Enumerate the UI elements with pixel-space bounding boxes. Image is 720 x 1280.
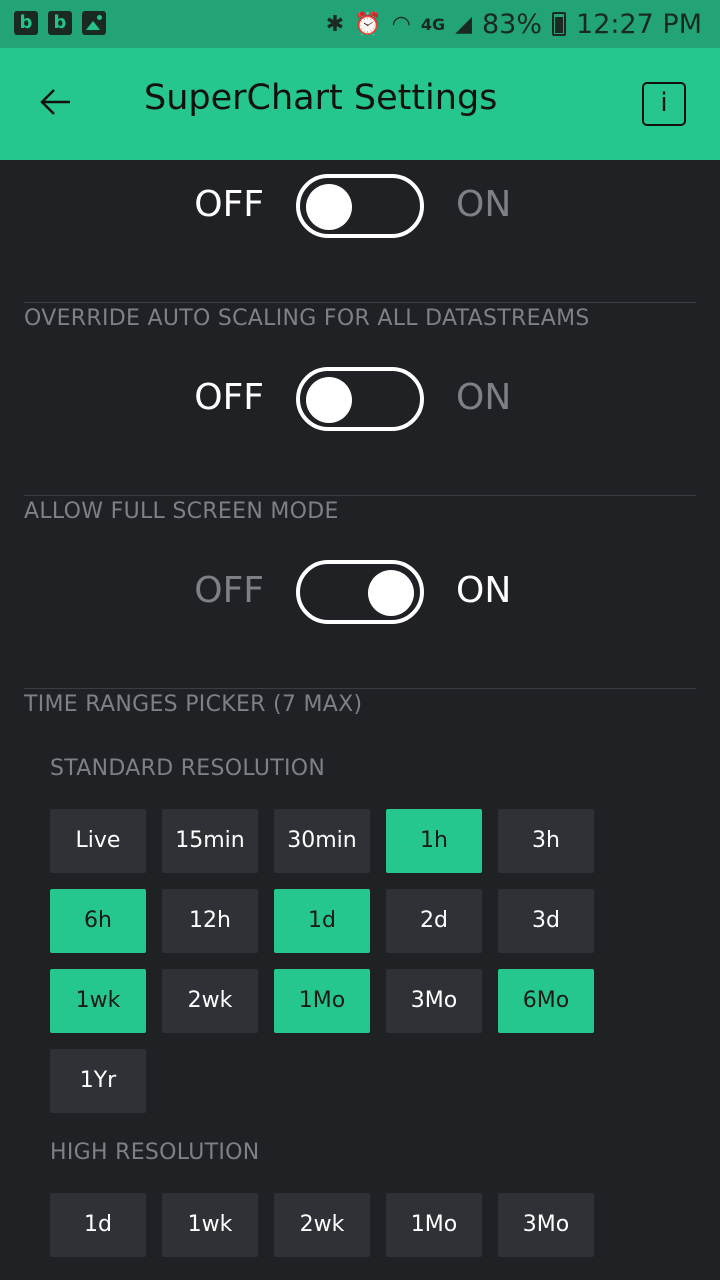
section-label-override-scaling: OVERRIDE AUTO SCALING FOR ALL DATASTREAM… (24, 306, 590, 331)
status-bar: b b ✱ ⏰ ◠ 4G ◢ 83% 12:27 PM (0, 0, 720, 48)
alarm-icon: ⏰ (354, 11, 382, 37)
standard-chip[interactable]: 6Mo (498, 969, 594, 1033)
app-notification-icon: b (14, 11, 38, 35)
high-chip[interactable]: 1d (50, 1193, 146, 1257)
standard-chip[interactable]: 3d (498, 889, 594, 953)
toggle-off-label: OFF (194, 377, 264, 418)
standard-chip[interactable]: 1h (386, 809, 482, 873)
override-scaling-switch[interactable] (296, 367, 424, 431)
signal-icon: ◢ (455, 11, 472, 37)
standard-chip[interactable]: 2wk (162, 969, 258, 1033)
bluetooth-icon: ✱ (325, 11, 345, 37)
full-screen-switch[interactable] (296, 560, 424, 624)
standard-chip[interactable]: Live (50, 809, 146, 873)
standard-chip[interactable]: 3Mo (386, 969, 482, 1033)
standard-chip[interactable]: 2d (386, 889, 482, 953)
standard-chip[interactable]: 12h (162, 889, 258, 953)
standard-chip[interactable]: 1Yr (50, 1049, 146, 1113)
toggle-knob (306, 377, 352, 423)
standard-chip[interactable]: 1wk (50, 969, 146, 1033)
app-notification-icon: b (48, 11, 72, 35)
wifi-icon: ◠ (391, 11, 411, 37)
toggle-switch[interactable] (296, 174, 424, 238)
standard-chip[interactable]: 1Mo (274, 969, 370, 1033)
high-chip[interactable]: 1wk (162, 1193, 258, 1257)
battery-icon (552, 12, 567, 36)
section-label-full-screen: ALLOW FULL SCREEN MODE (24, 499, 339, 524)
high-chip[interactable]: 3Mo (498, 1193, 594, 1257)
app-bar: SuperChart Settings i (0, 48, 720, 160)
divider (24, 302, 696, 303)
toggle-on-label: ON (456, 377, 512, 418)
info-button[interactable]: i (642, 82, 686, 126)
clock-time: 12:27 PM (576, 8, 702, 40)
toggle-off-label: OFF (194, 570, 264, 611)
standard-chip[interactable]: 15min (162, 809, 258, 873)
toggle-on-label: ON (456, 184, 512, 225)
battery-percent: 83% (482, 8, 543, 40)
standard-chip[interactable]: 30min (274, 809, 370, 873)
toggle-row-full-screen: OFF ON (0, 560, 720, 626)
high-chip[interactable]: 1Mo (386, 1193, 482, 1257)
network-type-label: 4G (420, 14, 446, 34)
standard-chip[interactable]: 1d (274, 889, 370, 953)
high-resolution-label: HIGH RESOLUTION (50, 1140, 260, 1165)
section-label-time-ranges: TIME RANGES PICKER (7 MAX) (24, 692, 363, 717)
divider (24, 495, 696, 496)
standard-resolution-label: STANDARD RESOLUTION (50, 756, 326, 781)
toggle-on-label: ON (456, 570, 512, 611)
image-notification-icon (82, 11, 106, 35)
high-chip[interactable]: 2wk (274, 1193, 370, 1257)
standard-chip[interactable]: 6h (50, 889, 146, 953)
toggle-knob (368, 570, 414, 616)
page-title: SuperChart Settings (144, 78, 498, 118)
divider (24, 688, 696, 689)
toggle-row-override-scaling: OFF ON (0, 367, 720, 433)
toggle-off-label: OFF (194, 184, 264, 225)
toggle-knob (306, 184, 352, 230)
toggle-row-1: OFF ON (0, 174, 720, 240)
back-arrow-icon[interactable] (36, 82, 76, 122)
standard-chip[interactable]: 3h (498, 809, 594, 873)
